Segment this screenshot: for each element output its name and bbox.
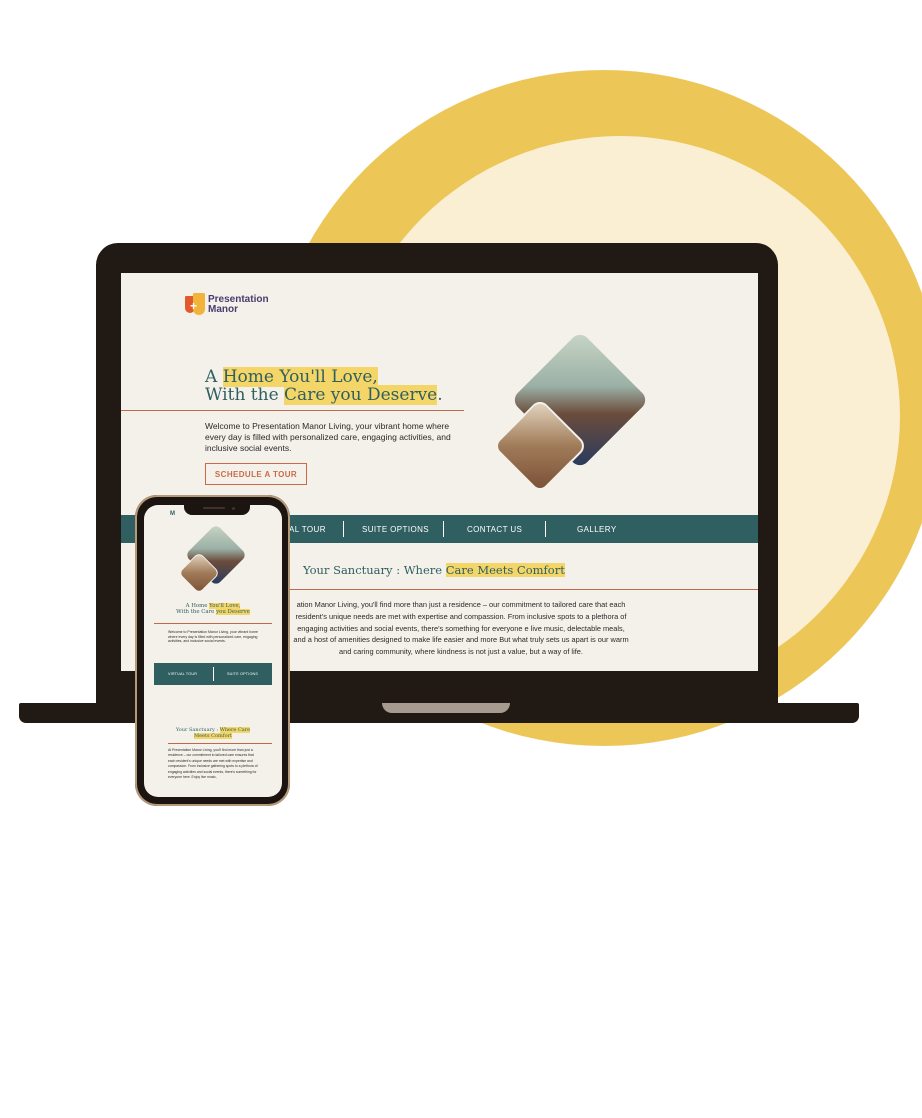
presentation-manor-logo-icon: +: [185, 293, 205, 317]
hero-description: Welcome to Presentation Manor Living, yo…: [205, 421, 451, 453]
phone-section-divider: [168, 743, 272, 744]
phone-speaker: [203, 507, 225, 509]
nav-separator: [443, 521, 444, 537]
nav-virtual-tour[interactable]: AL TOUR: [289, 515, 326, 543]
hero-title-line1-prefix: A: [205, 367, 223, 387]
phone-camera: [232, 507, 235, 510]
phone-screen: M A Home You'll Love, With the Care you …: [144, 505, 282, 797]
phone-nav-virtual-tour[interactable]: VIRTUAL TOUR: [168, 663, 197, 685]
phone-hero-line1-highlight: You'll Love,: [209, 603, 241, 609]
section-body: ation Manor Living, you'll find more tha…: [293, 600, 629, 657]
phone-hero-divider: [154, 623, 272, 624]
nav-gallery[interactable]: GALLERY: [577, 515, 617, 543]
phone-hero-line2-highlight: you Deserve: [216, 609, 250, 616]
phone-section-title: Your Sanctuary : Where Care Meets Comfor…: [144, 727, 282, 739]
nav-contact-us[interactable]: CONTACT US: [467, 515, 522, 543]
phone-hero-line2-prefix: With the Care: [176, 609, 217, 616]
phone-logo-letter[interactable]: M: [170, 511, 175, 517]
site-logo[interactable]: + Presentation Manor: [185, 293, 269, 317]
phone-section-title-highlight-2: Meets Comfort: [193, 733, 233, 739]
phone-nav-separator: [213, 667, 214, 681]
nav-separator: [343, 521, 344, 537]
hero-title-line2-highlight: Care you Deserve: [284, 385, 438, 405]
phone-hero-title: A Home You'll Love, With the Care you De…: [144, 603, 282, 616]
nav-suite-options[interactable]: SUITE OPTIONS: [362, 515, 429, 543]
hero-title-line2-suffix: .: [437, 385, 443, 405]
hero-title-line1-highlight: Home You'll Love,: [222, 367, 378, 387]
logo-text: Presentation Manor: [208, 295, 269, 315]
section-divider: [281, 589, 758, 590]
phone-section-body: At Presentation Manor Living, you'll fin…: [168, 748, 258, 780]
schedule-tour-button[interactable]: SCHEDULE A TOUR: [205, 463, 307, 485]
section-title-highlight: Care Meets Comfort: [445, 563, 565, 577]
hero-title-line2-prefix: With the: [205, 385, 285, 405]
phone-nav: VIRTUAL TOUR SUITE OPTIONS: [154, 663, 272, 685]
section-title: Your Sanctuary : Where Care Meets Comfor…: [303, 563, 565, 577]
logo-line-2: Manor: [208, 304, 238, 315]
hero-title: A Home You'll Love, With the Care you De…: [205, 367, 443, 405]
section-title-prefix: Your Sanctuary : Where: [303, 563, 446, 577]
laptop-trackpad-notch: [382, 703, 510, 713]
phone-nav-suite-options[interactable]: SUITE OPTIONS: [227, 663, 258, 685]
phone-hero-line1-prefix: A Home: [185, 603, 210, 609]
phone-hero-description: Welcome to Presentation Manor Living, yo…: [168, 630, 259, 644]
hero-divider: [121, 410, 464, 411]
nav-separator: [545, 521, 546, 537]
